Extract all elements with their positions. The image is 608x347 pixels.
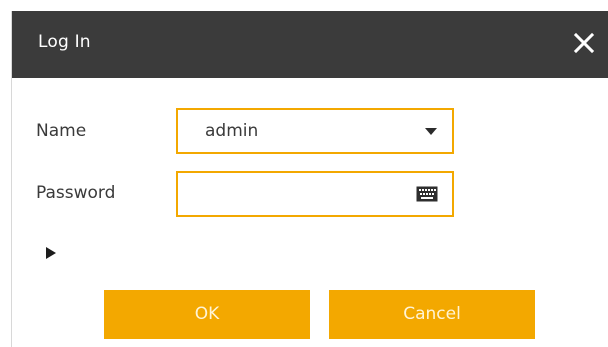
name-label: Name — [36, 121, 87, 141]
dialog-titlebar: Log In — [12, 11, 608, 78]
chevron-down-icon[interactable] — [425, 128, 437, 135]
close-icon[interactable] — [571, 30, 597, 56]
keyboard-icon[interactable] — [416, 186, 438, 202]
play-triangle-icon[interactable] — [46, 247, 56, 259]
cancel-button[interactable]: Cancel — [329, 290, 535, 339]
password-field[interactable] — [176, 171, 454, 217]
name-dropdown[interactable]: admin — [176, 108, 454, 154]
ok-button[interactable]: OK — [104, 290, 310, 339]
password-label: Password — [36, 183, 116, 203]
login-dialog: Log In Name admin Password OK Cancel — [11, 11, 608, 347]
name-value: admin — [205, 121, 259, 141]
dialog-title: Log In — [38, 32, 91, 52]
